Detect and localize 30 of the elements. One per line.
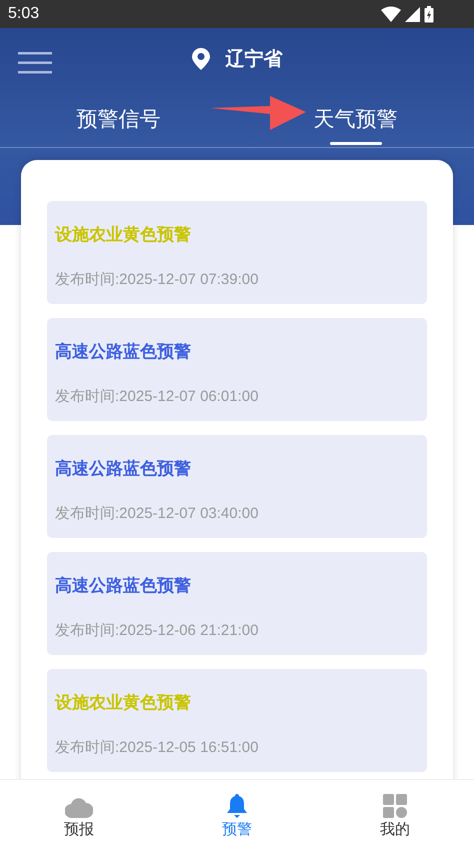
warning-item[interactable]: 高速公路蓝色预警 发布时间:2025-12-07 06:01:00 xyxy=(47,318,427,421)
location-pin-icon xyxy=(192,48,210,70)
warning-item[interactable]: 设施农业黄色预警 发布时间:2025-12-07 07:39:00 xyxy=(47,201,427,304)
warning-item[interactable]: 高速公路蓝色预警 发布时间:2025-12-06 21:21:00 xyxy=(47,552,427,655)
warning-title: 设施农业黄色预警 xyxy=(55,692,192,714)
status-time: 5:03 xyxy=(8,5,40,23)
warning-item[interactable]: 设施农业黄色预警 发布时间:2025-12-05 16:51:00 xyxy=(47,669,427,772)
nav-tab[interactable]: 预警 xyxy=(158,780,316,843)
warning-title: 高速公路蓝色预警 xyxy=(55,458,192,480)
menu-icon[interactable] xyxy=(18,52,52,74)
warning-title: 设施农业黄色预警 xyxy=(55,224,192,246)
publish-time: 发布时间:2025-12-05 16:51:00 xyxy=(55,738,260,757)
publish-time: 发布时间:2025-12-07 06:01:00 xyxy=(55,387,260,406)
tab[interactable]: 天气预警 xyxy=(237,90,474,147)
nav-tab[interactable]: 预报 xyxy=(0,780,158,843)
warning-item[interactable]: 高速公路蓝色预警 发布时间:2025-12-07 03:40:00 xyxy=(47,435,427,538)
warning-title: 高速公路蓝色预警 xyxy=(55,341,192,363)
publish-time: 发布时间:2025-12-07 07:39:00 xyxy=(55,270,260,289)
location-title[interactable]: 辽宁省 xyxy=(226,46,282,72)
warning-title: 高速公路蓝色预警 xyxy=(55,575,192,597)
publish-time: 发布时间:2025-12-06 21:21:00 xyxy=(55,621,260,640)
signal-icon xyxy=(405,6,420,22)
wifi-icon xyxy=(381,6,401,22)
battery-icon xyxy=(424,6,434,22)
nav-tab[interactable]: 我的 xyxy=(316,780,474,843)
cloud-icon xyxy=(65,796,93,818)
publish-time: 发布时间:2025-12-07 03:40:00 xyxy=(55,504,260,523)
tab[interactable]: 预警信号 xyxy=(0,90,237,147)
grid-icon xyxy=(383,794,407,818)
bell-icon xyxy=(225,794,249,818)
